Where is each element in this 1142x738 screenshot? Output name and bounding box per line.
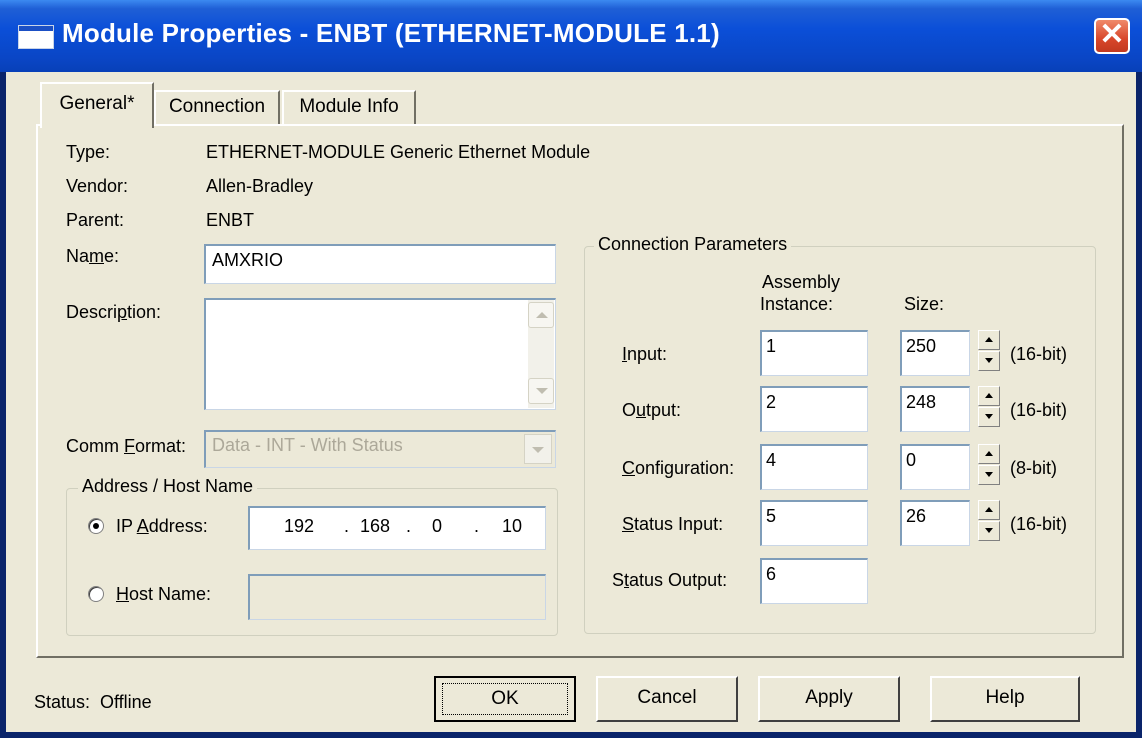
ip-address-input[interactable]: 192 . 168 . 0 . 10 [248,506,546,550]
dialog-client-area: General* Connection Module Info Type: ET… [6,72,1136,732]
spin-down-icon[interactable] [978,521,1000,541]
chevron-down-icon[interactable] [524,434,552,464]
window-icon [18,25,54,49]
spin-up-icon[interactable] [978,444,1000,464]
configuration-size-spinner[interactable] [978,444,1000,488]
ip-address-label: IP Address: [116,516,208,536]
window-title: Module Properties - ENBT (ETHERNET-MODUL… [62,18,720,48]
cancel-button[interactable]: Cancel [596,676,738,722]
input-size-spinner[interactable] [978,330,1000,374]
host-name-input[interactable] [248,574,546,620]
ip-dot-3: . [474,516,480,536]
spin-up-icon[interactable] [978,330,1000,350]
vendor-label: Vendor: [66,176,129,196]
spin-up-icon[interactable] [978,500,1000,520]
ip-octet-2: 168 [360,516,391,536]
description-label: Description: [66,302,162,322]
parent-value: ENBT [206,210,255,230]
ip-dot-1: . [344,516,350,536]
address-group-title: Address / Host Name [78,476,258,497]
output-size-field[interactable]: 248 [900,386,970,432]
instance-header: Instance: [760,294,834,314]
dialog-window: Module Properties - ENBT (ETHERNET-MODUL… [0,0,1142,738]
input-instance-field[interactable]: 1 [760,330,868,376]
spin-up-icon[interactable] [978,386,1000,406]
parent-label: Parent: [66,210,125,230]
host-name-radio[interactable] [88,586,104,602]
ip-octet-3: 0 [432,516,443,536]
status-output-instance-field[interactable]: 6 [760,558,868,604]
ip-octet-1: 192 [284,516,315,536]
tab-general[interactable]: General* [40,82,154,128]
ip-dot-2: . [406,516,412,536]
status-value: Offline [100,692,152,712]
status-label: Status: [34,692,91,712]
description-textarea[interactable] [204,298,556,410]
configuration-size-field[interactable]: 0 [900,444,970,490]
status-input-size-field[interactable]: 26 [900,500,970,546]
ip-octet-4: 10 [502,516,523,536]
tab-module-info[interactable]: Module Info [282,90,416,126]
configuration-instance-field[interactable]: 4 [760,444,868,490]
comm-format-value: Data - INT - With Status [212,435,403,455]
spin-down-icon[interactable] [978,351,1000,371]
configuration-size-unit: (8-bit) [1010,458,1058,478]
close-button[interactable]: ✕ [1094,18,1130,54]
description-scrollbar[interactable] [528,300,554,408]
output-instance-field[interactable]: 2 [760,386,868,432]
tab-connection[interactable]: Connection [154,90,280,126]
status-output-label: Status Output: [612,570,728,590]
comm-format-label: Comm Format: [66,436,187,456]
spin-down-icon[interactable] [978,407,1000,427]
tab-panel-general: Type: ETHERNET-MODULE Generic Ethernet M… [36,124,1124,658]
ok-button-label: OK [442,683,568,715]
output-label: Output: [622,400,682,420]
apply-button[interactable]: Apply [758,676,900,722]
type-value: ETHERNET-MODULE Generic Ethernet Module [206,142,591,162]
status-input-size-spinner[interactable] [978,500,1000,544]
type-label: Type: [66,142,111,162]
name-label: Name: [66,246,120,266]
configuration-label: Configuration: [622,458,735,478]
vendor-value: Allen-Bradley [206,176,314,196]
spin-down-icon[interactable] [978,465,1000,485]
name-input[interactable]: AMXRIO [204,244,556,284]
scroll-down-button[interactable] [528,378,554,404]
input-size-unit: (16-bit) [1010,344,1068,364]
status-input-size-unit: (16-bit) [1010,514,1068,534]
status-input-label: Status Input: [622,514,724,534]
size-header: Size: [904,294,945,314]
scroll-up-button[interactable] [528,302,554,328]
status-input-instance-field[interactable]: 5 [760,500,868,546]
input-size-field[interactable]: 250 [900,330,970,376]
host-name-label: Host Name: [116,584,212,604]
comm-format-select[interactable]: Data - INT - With Status [204,430,556,468]
output-size-spinner[interactable] [978,386,1000,430]
ip-address-radio[interactable] [88,518,104,534]
ok-button[interactable]: OK [434,676,576,722]
connection-parameters-title: Connection Parameters [594,234,792,255]
output-size-unit: (16-bit) [1010,400,1068,420]
help-button[interactable]: Help [930,676,1080,722]
title-bar[interactable]: Module Properties - ENBT (ETHERNET-MODUL… [0,0,1142,72]
input-label: Input: [622,344,668,364]
assembly-header: Assembly [762,272,841,292]
